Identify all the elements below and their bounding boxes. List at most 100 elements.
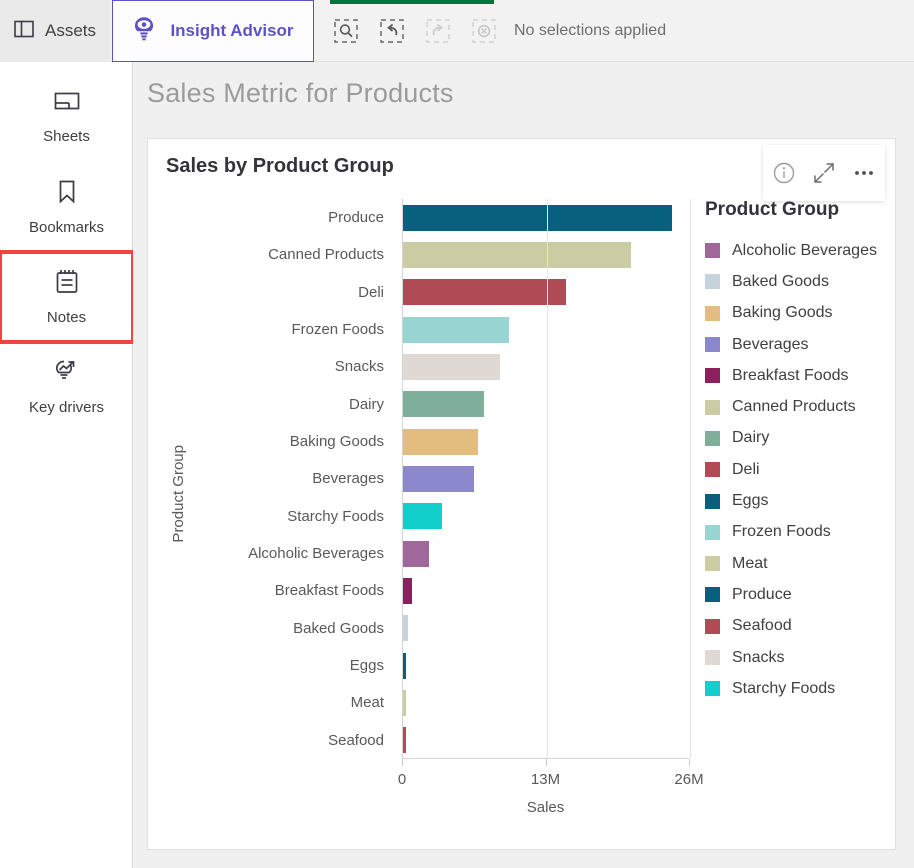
legend-item[interactable]: Eggs bbox=[705, 485, 896, 516]
step-forward-icon bbox=[424, 17, 452, 45]
sidebar-item-label: Bookmarks bbox=[28, 218, 105, 236]
gridline bbox=[690, 199, 691, 758]
bar[interactable] bbox=[403, 279, 567, 306]
selection-tools bbox=[332, 0, 498, 61]
legend-item-label: Baked Goods bbox=[732, 272, 829, 290]
legend-item[interactable]: Alcoholic Beverages bbox=[705, 235, 896, 266]
y-axis-tick-label[interactable]: Breakfast Foods bbox=[196, 572, 393, 609]
fullscreen-expand-icon[interactable] bbox=[811, 160, 837, 186]
bar[interactable] bbox=[403, 577, 412, 604]
bar[interactable] bbox=[403, 615, 409, 642]
y-axis-tick-label[interactable]: Snacks bbox=[196, 348, 393, 385]
assets-button[interactable]: Assets bbox=[0, 0, 110, 62]
y-axis-tick-label[interactable]: Seafood bbox=[196, 722, 393, 759]
no-selections-status: No selections applied bbox=[514, 21, 667, 39]
y-axis-tick-label[interactable]: Eggs bbox=[196, 647, 393, 684]
legend-item-label: Dairy bbox=[732, 429, 770, 447]
legend-color-swatch bbox=[705, 462, 720, 478]
y-axis-tick-label[interactable]: Starchy Foods bbox=[196, 498, 393, 535]
legend-item[interactable]: Starchy Foods bbox=[705, 673, 896, 704]
legend-item-label: Deli bbox=[732, 460, 760, 478]
legend-item[interactable]: Beverages bbox=[705, 329, 896, 360]
y-axis-tick-label[interactable]: Dairy bbox=[196, 386, 393, 423]
sheets-icon bbox=[53, 90, 81, 119]
assets-label: Assets bbox=[44, 21, 97, 40]
legend-item[interactable]: Meat bbox=[705, 548, 896, 579]
legend-item[interactable]: Produce bbox=[705, 579, 896, 610]
bar[interactable] bbox=[403, 316, 509, 343]
legend-item-label: Eggs bbox=[732, 492, 769, 510]
legend-color-swatch bbox=[705, 305, 720, 321]
left-sidebar: Sheets Bookmarks Notes Key drivers bbox=[0, 62, 135, 868]
legend-item[interactable]: Seafood bbox=[705, 611, 896, 642]
legend-item-label: Baking Goods bbox=[732, 304, 833, 322]
bar[interactable] bbox=[403, 727, 406, 754]
chart-toolbar bbox=[763, 145, 885, 201]
more-options-icon[interactable] bbox=[851, 160, 877, 186]
bar[interactable] bbox=[403, 540, 429, 567]
bar[interactable] bbox=[403, 503, 442, 530]
step-back-icon[interactable] bbox=[378, 17, 406, 45]
bar[interactable] bbox=[403, 465, 474, 492]
legend-item[interactable]: Frozen Foods bbox=[705, 517, 896, 548]
legend-item[interactable]: Dairy bbox=[705, 423, 896, 454]
selection-search-icon[interactable] bbox=[332, 17, 360, 45]
bar[interactable] bbox=[403, 428, 479, 455]
info-icon[interactable] bbox=[771, 160, 797, 186]
chart-legend: Product Group Alcoholic Beverages Baked G… bbox=[696, 199, 896, 704]
legend-item[interactable]: Deli bbox=[705, 454, 896, 485]
y-axis-tick-label[interactable]: Alcoholic Beverages bbox=[196, 535, 393, 572]
bar[interactable] bbox=[403, 391, 484, 418]
sidebar-item-bookmarks[interactable]: Bookmarks bbox=[0, 162, 133, 252]
legend-color-swatch bbox=[705, 243, 720, 259]
x-axis-tick bbox=[689, 759, 690, 766]
sidebar-item-label: Notes bbox=[46, 309, 87, 326]
legend-color-swatch bbox=[705, 556, 720, 572]
plot-area bbox=[402, 199, 691, 759]
legend-color-swatch bbox=[705, 337, 720, 353]
insight-advisor-label: Insight Advisor bbox=[170, 21, 294, 40]
bar[interactable] bbox=[403, 652, 407, 679]
legend-color-swatch bbox=[705, 368, 720, 384]
legend-item[interactable]: Canned Products bbox=[705, 391, 896, 422]
legend-color-swatch bbox=[705, 618, 720, 634]
legend-color-swatch bbox=[705, 524, 720, 540]
y-axis-category-labels: Produce Canned Products Deli Frozen Foods Sn… bbox=[196, 199, 393, 759]
legend-item[interactable]: Snacks bbox=[705, 642, 896, 673]
sidebar-item-sheets[interactable]: Sheets bbox=[0, 72, 133, 162]
y-axis-title: Product Group bbox=[170, 445, 187, 543]
clear-all-selections-icon bbox=[470, 17, 498, 45]
sidebar-item-notes[interactable]: Notes bbox=[0, 250, 135, 344]
sidebar-item-label: Sheets bbox=[43, 127, 90, 145]
x-axis-tick bbox=[545, 759, 547, 766]
legend-item-label: Snacks bbox=[732, 648, 785, 666]
sidebar-item-key-drivers[interactable]: Key drivers bbox=[0, 342, 133, 432]
legend-item[interactable]: Baking Goods bbox=[705, 298, 896, 329]
y-axis-tick-label[interactable]: Canned Products bbox=[196, 236, 393, 273]
legend-color-swatch bbox=[705, 681, 720, 697]
bar[interactable] bbox=[403, 689, 406, 716]
y-axis-tick-label[interactable]: Deli bbox=[196, 274, 393, 311]
main-canvas: Sales Metric for Products Sales by Produ… bbox=[133, 62, 914, 868]
tab-insight-advisor[interactable]: Insight Advisor bbox=[112, 0, 314, 62]
y-axis-tick-label[interactable]: Beverages bbox=[196, 460, 393, 497]
y-axis-tick-label[interactable]: Meat bbox=[196, 684, 393, 721]
legend-title: Product Group bbox=[705, 199, 840, 220]
legend-color-swatch bbox=[705, 274, 720, 290]
bar[interactable] bbox=[403, 353, 501, 380]
bar[interactable] bbox=[403, 241, 632, 268]
legend-items: Alcoholic Beverages Baked Goods Baking Goo… bbox=[696, 235, 896, 704]
legend-item[interactable]: Baked Goods bbox=[705, 266, 896, 297]
legend-item-label: Breakfast Foods bbox=[732, 366, 849, 384]
x-axis-tick-label: 26M bbox=[674, 771, 704, 788]
gridline bbox=[546, 199, 548, 758]
sidebar-item-label: Key drivers bbox=[28, 398, 105, 416]
legend-item-label: Produce bbox=[732, 585, 792, 603]
y-axis-tick-label[interactable]: Produce bbox=[196, 199, 393, 236]
legend-item[interactable]: Breakfast Foods bbox=[705, 360, 896, 391]
bar[interactable] bbox=[403, 204, 673, 231]
y-axis-tick-label[interactable]: Frozen Foods bbox=[196, 311, 393, 348]
y-axis-tick-label[interactable]: Baked Goods bbox=[196, 610, 393, 647]
y-axis-tick-label[interactable]: Baking Goods bbox=[196, 423, 393, 460]
legend-color-swatch bbox=[705, 399, 720, 415]
